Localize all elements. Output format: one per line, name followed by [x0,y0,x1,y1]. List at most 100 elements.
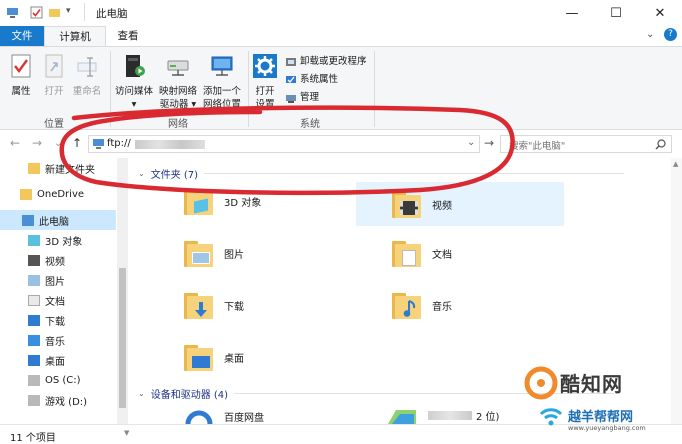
network-location-icon [211,56,233,76]
up-button[interactable]: ↑ [72,136,82,150]
open-icon [45,54,63,78]
sidebar-item-documents[interactable]: 文档 [0,290,116,310]
back-button[interactable]: ← [10,136,20,150]
sidebar-item-desktop[interactable]: 桌面 [0,350,116,370]
desktop-folder-icon [184,342,216,372]
ribbon: 属性 打开 重命名 位置 访问媒体 ▾ 映射网络 驱动器 ▾ 添加一个 网络位置… [0,46,682,130]
address-input[interactable]: ftp:// [107,138,131,149]
ftp-location-icon [93,139,104,149]
documents-folder-icon [392,238,424,268]
ribbon-collapse-icon[interactable]: ⌄ [646,29,654,40]
ribbon-divider [374,51,375,127]
scrollbar-thumb[interactable] [119,268,126,408]
scroll-down-icon[interactable]: ▼ [124,429,129,437]
tab-file[interactable]: 文件 [0,26,44,46]
address-bar[interactable]: ftp:// ⌄ [88,135,480,153]
sidebar-item-label: OneDrive [37,188,85,200]
folder-downloads[interactable]: 下载 [184,290,244,320]
network-group-label: 网络 [168,119,188,130]
tab-computer[interactable]: 计算机 [44,26,106,46]
ribbon-tabs: 文件 计算机 查看 ⌄ ? [0,26,682,46]
customize-quick-access-icon[interactable]: ▾ [66,6,71,16]
downloads-icon [28,314,40,326]
recent-locations-button[interactable]: ⌄ [54,138,62,149]
sidebar-item-music[interactable]: 音乐 [0,330,116,350]
pictures-icon [28,274,40,286]
devices-group-title: 设备和驱动器 (4) [150,390,229,401]
go-button[interactable]: → [484,136,494,150]
system-properties-button[interactable]: 系统属性 [285,73,338,87]
device-drive[interactable]: 2 位) [386,406,499,424]
window-title: 此电脑 [96,8,128,20]
maximize-button[interactable]: ☐ [594,0,638,26]
manage-icon [286,95,296,103]
redacted-device-name [428,410,472,420]
open-settings-button[interactable]: 打开 设置 [250,53,280,111]
navigation-pane-scrollbar[interactable] [117,158,128,424]
title-divider [84,3,85,21]
open-label: 打开 [44,86,64,97]
address-dropdown-button[interactable]: ⌄ [467,137,475,148]
add-network-location-label-1: 添加一个 [202,86,241,97]
watermark-title: 酷知网 [560,372,623,396]
map-network-drive-button[interactable]: 映射网络 驱动器 ▾ [156,53,200,111]
sidebar-item-games-d[interactable]: 游戏 (D:) [0,390,116,410]
folder-music[interactable]: 音乐 [392,290,452,320]
music-folder-icon [392,290,424,320]
folder-pictures[interactable]: 图片 [184,238,244,268]
folder-3d-objects[interactable]: 3D 对象 [184,186,261,216]
folder-label: 文档 [432,249,452,261]
device-baidu-netdisk[interactable]: 百度网盘 [184,408,264,424]
watermark-logo-icon [524,366,558,400]
videos-folder-icon [392,189,424,219]
scroll-up-icon[interactable]: ▲ [673,160,678,168]
access-media-label: 访问媒体 [114,86,153,97]
map-network-drive-label-2: 驱动器 ▾ [159,99,197,110]
sidebar-item-label: 3D 对象 [45,236,83,248]
properties-quick-icon[interactable] [30,6,43,19]
folder-documents[interactable]: 文档 [392,238,452,268]
add-network-location-button[interactable]: 添加一个 网络位置 [200,53,244,111]
network-drive-icon [167,60,189,76]
rename-label: 重命名 [72,86,102,97]
uninstall-programs-button[interactable]: 卸载或更改程序 [285,55,367,69]
folder-label: 音乐 [432,301,452,313]
sidebar-item-this-pc[interactable]: 此电脑 [0,210,116,230]
open-button[interactable]: 打开 [40,53,68,98]
folder-videos[interactable]: 视频 [356,182,564,226]
forward-button[interactable]: → [32,136,42,150]
minimize-button[interactable]: — [550,0,594,26]
sidebar-item-new-folder[interactable]: 新建文件夹 [0,158,116,178]
media-server-icon [126,55,145,77]
system-properties-label: 系统属性 [300,74,339,85]
search-box[interactable]: 搜索"此电脑" [500,135,672,153]
properties-label: 属性 [11,86,31,97]
folders-group-header[interactable]: ⌄ 文件夹 (7) [138,166,625,181]
documents-icon [28,294,40,306]
search-input[interactable]: 搜索"此电脑" [509,138,565,152]
rename-button[interactable]: 重命名 [70,53,104,98]
manage-button[interactable]: 管理 [285,91,319,105]
properties-button[interactable]: 属性 [6,53,36,98]
system-properties-icon [286,76,296,83]
settings-gear-icon [253,54,277,78]
sidebar-item-label: 图片 [45,276,65,288]
sidebar-item-pictures[interactable]: 图片 [0,270,116,290]
sidebar-item-downloads[interactable]: 下载 [0,310,116,330]
sidebar-item-onedrive[interactable]: OneDrive [0,184,116,204]
tab-view[interactable]: 查看 [106,26,150,46]
new-folder-quick-icon[interactable] [48,6,61,19]
sidebar-item-videos[interactable]: 视频 [0,250,116,270]
sidebar-item-label: 文档 [45,296,65,308]
sidebar-item-os-c[interactable]: OS (C:) [0,370,116,390]
folder-label: 下载 [224,301,244,313]
help-icon[interactable]: ? [664,28,677,41]
access-media-button[interactable]: 访问媒体 ▾ [112,53,156,111]
downloads-folder-icon [184,290,216,320]
sidebar-item-3d-objects[interactable]: 3D 对象 [0,230,116,250]
close-button[interactable]: ✕ [638,0,682,26]
folder-desktop[interactable]: 桌面 [184,342,244,372]
pictures-folder-icon [184,238,216,268]
folder-icon [28,162,40,174]
map-network-drive-label-1: 映射网络 [158,86,197,97]
